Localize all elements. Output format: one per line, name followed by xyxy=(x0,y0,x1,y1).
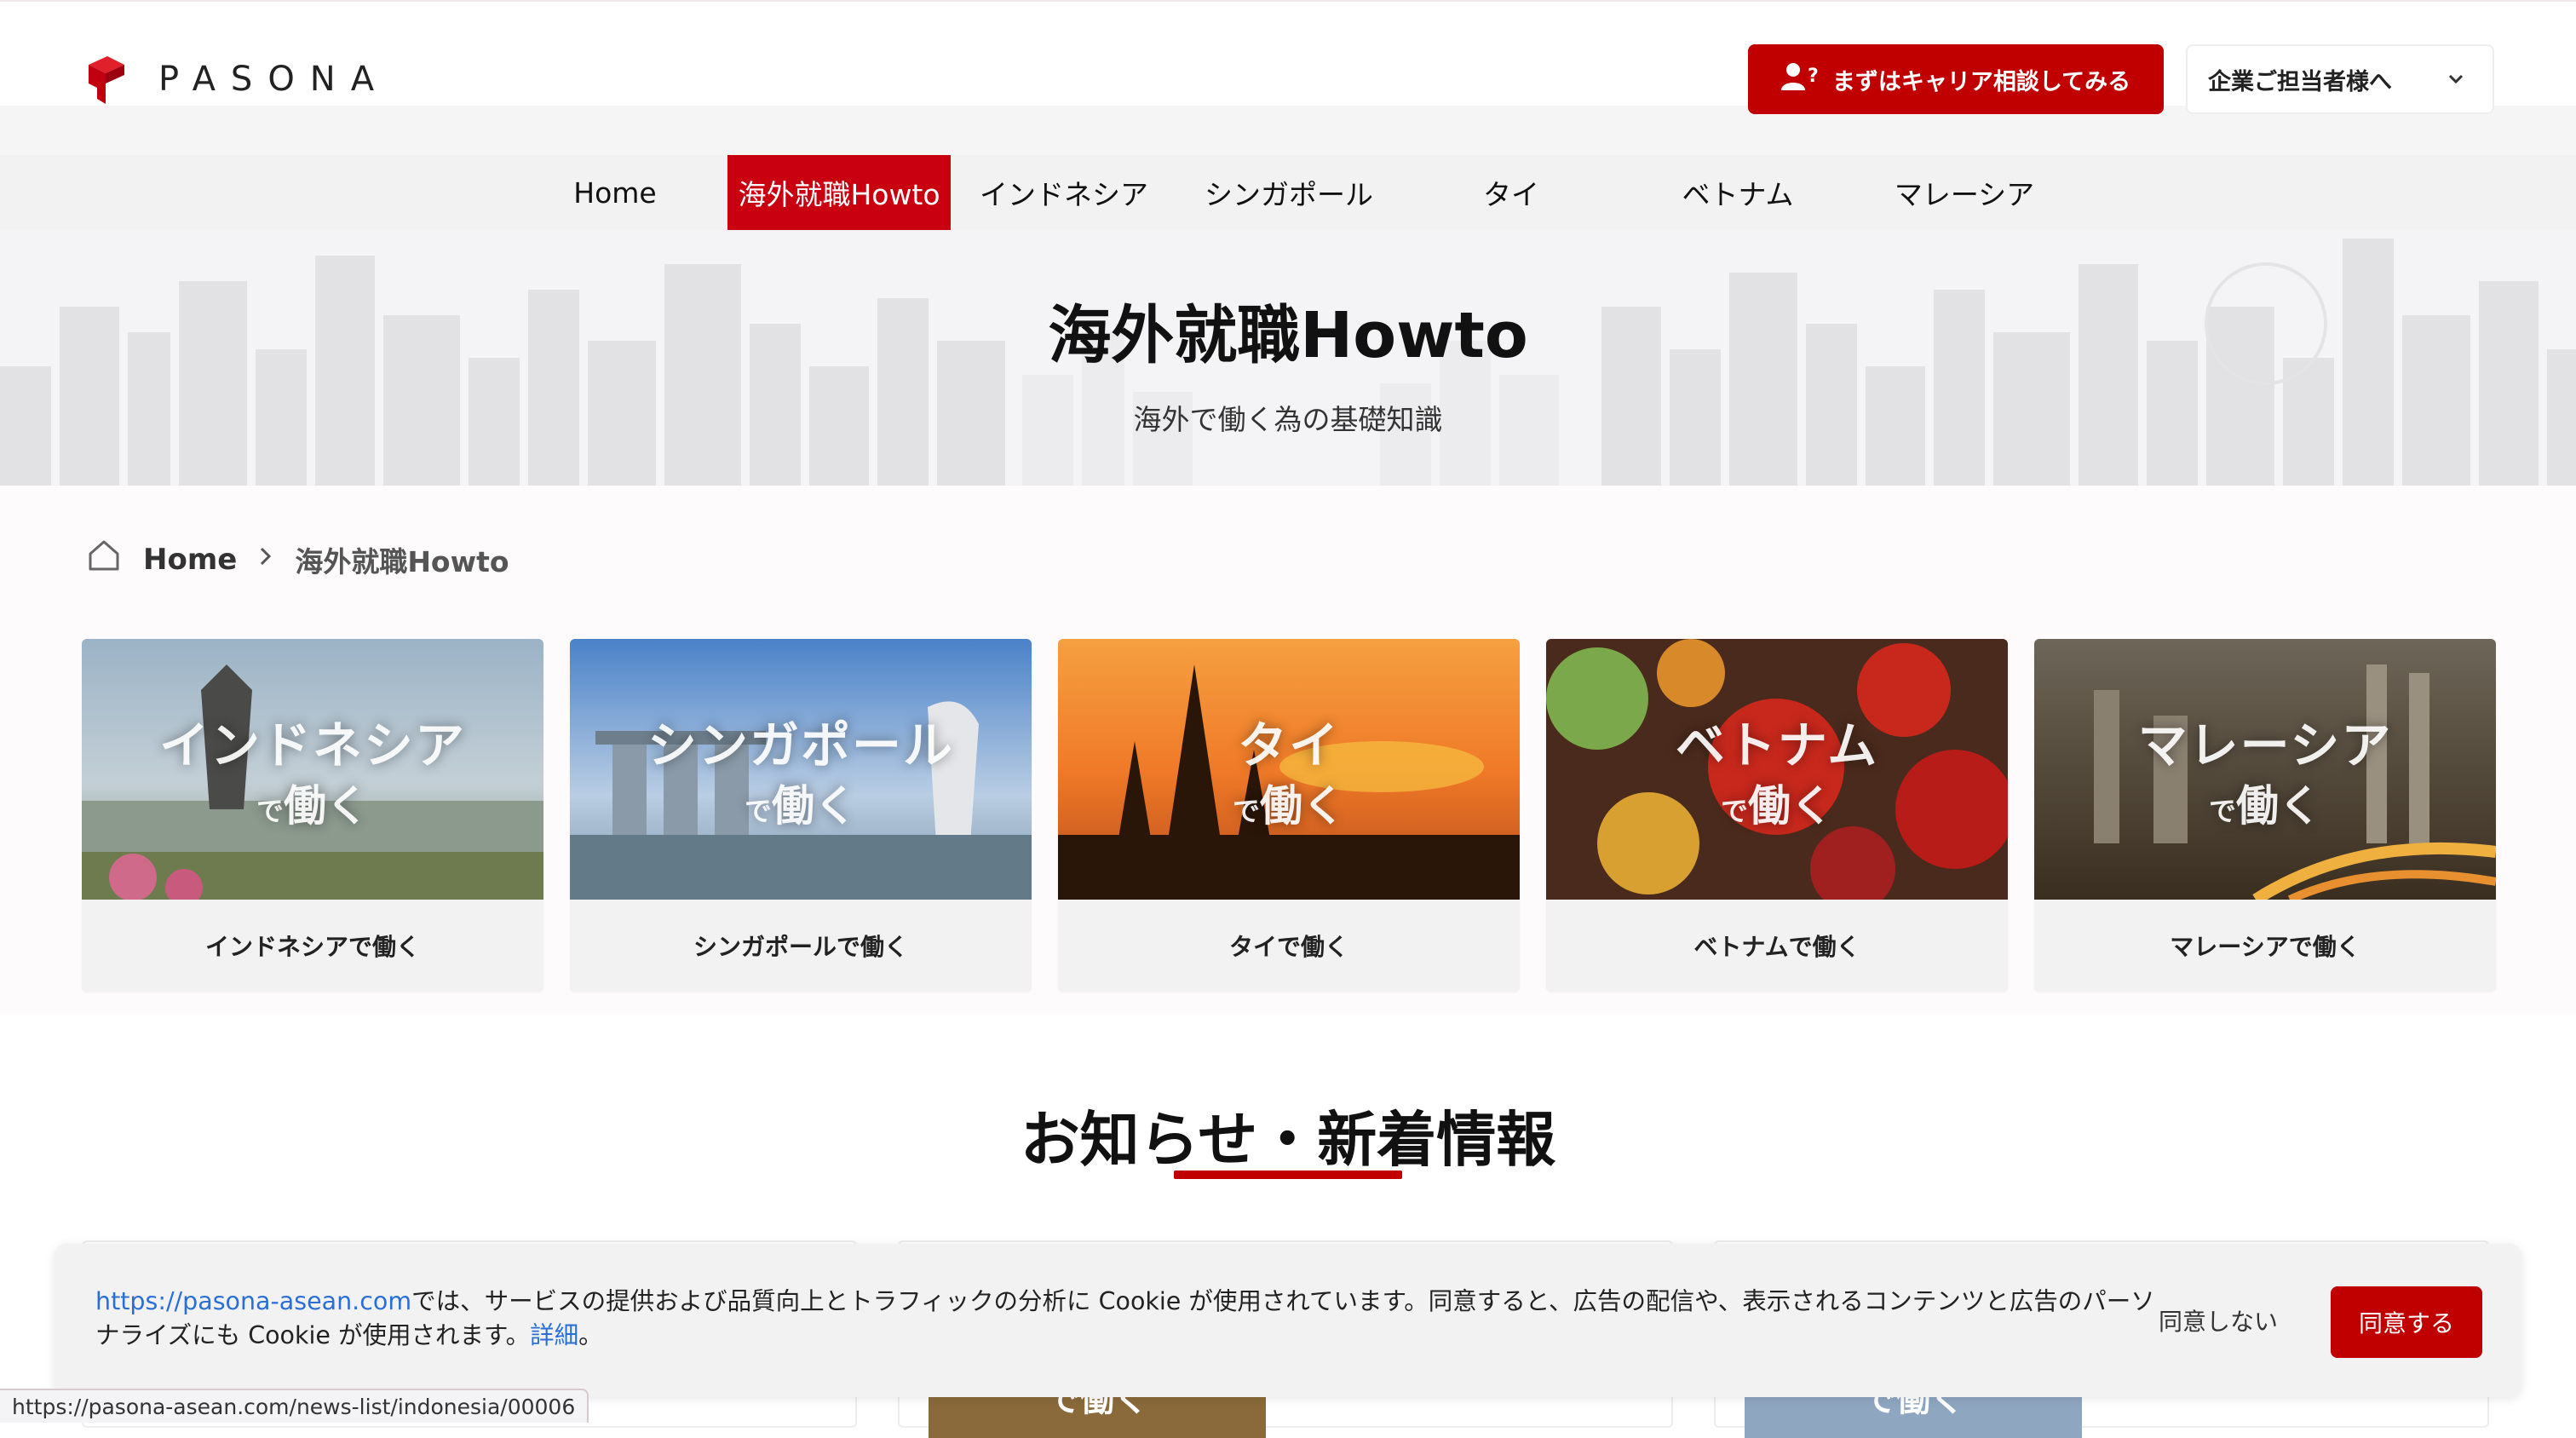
country-card-malaysia[interactable]: マレーシア で働く マレーシアで働く xyxy=(2034,639,2496,992)
card-label: インドネシアで働く xyxy=(204,933,420,961)
breadcrumb: Home 海外就職Howto xyxy=(85,537,509,582)
cookie-message: https://pasona-asean.comでは、サービスの提供および品質向… xyxy=(95,1287,2155,1349)
nav-item-indonesia[interactable]: インドネシア xyxy=(971,155,1157,230)
nav-item-singapore[interactable]: シンガポール xyxy=(1196,155,1382,230)
card-label: ベトナムで働く xyxy=(1693,933,1860,961)
hero-banner: 海外就職Howto 海外で働く為の基礎知識 xyxy=(0,230,2576,486)
breadcrumb-current: 海外就職Howto xyxy=(295,544,509,578)
cookie-details-link[interactable]: 詳細 xyxy=(530,1321,578,1349)
breadcrumb-home[interactable]: Home xyxy=(143,543,237,577)
cookie-accept-button[interactable]: 同意する xyxy=(2331,1286,2482,1358)
chevron-right-icon xyxy=(257,543,274,577)
country-card-singapore[interactable]: シンガポール で働く シンガポールで働く xyxy=(570,639,1032,992)
site-header: PASONA ? まずはキャリア相談してみる 企業ご担当者様へ xyxy=(0,0,2576,157)
pasona-logo-mark-icon xyxy=(85,55,128,104)
page-subtitle: 海外で働く為の基礎知識 xyxy=(1133,403,1443,436)
thailand-image-caption: タイ で働く xyxy=(1232,716,1345,831)
chevron-down-icon xyxy=(2445,68,2467,96)
country-section: Home 海外就職Howto インドネシア で働く インドネシアで働く シンガポ… xyxy=(0,486,2576,1014)
browser-status-url: https://pasona-asean.com/news-list/indon… xyxy=(0,1389,589,1423)
page-title: 海外就職Howto xyxy=(1048,299,1528,372)
country-card-indonesia[interactable]: インドネシア で働く インドネシアで働く xyxy=(82,639,543,992)
corporate-select-label: 企業ご担当者様へ xyxy=(2208,68,2392,95)
vietnam-image-caption: ベトナム で働く xyxy=(1675,716,1879,831)
card-label: マレーシアで働く xyxy=(2170,933,2360,961)
country-card-vietnam[interactable]: ベトナム で働く ベトナムで働く xyxy=(1546,639,2008,992)
logo-text: PASONA xyxy=(158,60,390,99)
nav-item-howto[interactable]: 海外就職Howto xyxy=(727,155,951,230)
malaysia-image-caption: マレーシア で働く xyxy=(2137,716,2393,831)
svg-text:?: ? xyxy=(1808,66,1819,87)
user-question-icon: ? xyxy=(1780,61,1820,98)
country-card-thailand[interactable]: タイ で働く タイで働く xyxy=(1058,639,1520,992)
home-icon[interactable] xyxy=(85,537,123,582)
nav-item-malaysia[interactable]: マレーシア xyxy=(1879,155,2050,230)
cookie-site-link[interactable]: https://pasona-asean.com xyxy=(95,1287,411,1315)
corporate-select[interactable]: 企業ご担当者様へ xyxy=(2186,44,2494,114)
card-label: タイで働く xyxy=(1228,933,1348,961)
cookie-decline-button[interactable]: 同意しない xyxy=(2159,1303,2278,1337)
career-consult-label: まずはキャリア相談してみる xyxy=(1831,68,2131,95)
main-nav: Home 海外就職Howto インドネシア シンガポール タイ ベトナム マレー… xyxy=(0,155,2576,230)
cookie-banner: https://pasona-asean.comでは、サービスの提供および品質向… xyxy=(55,1244,2521,1397)
nav-item-home[interactable]: Home xyxy=(559,155,671,230)
singapore-image-caption: シンガポール で働く xyxy=(647,716,954,831)
card-label: シンガポールで働く xyxy=(693,933,908,961)
nav-item-vietnam[interactable]: ベトナム xyxy=(1653,155,1823,230)
nav-item-thailand[interactable]: タイ xyxy=(1443,155,1579,230)
news-heading: お知らせ・新着情報 xyxy=(1020,1105,1556,1175)
indonesia-image-caption: インドネシア で働く xyxy=(158,716,466,831)
career-consult-button[interactable]: ? まずはキャリア相談してみる xyxy=(1748,44,2164,114)
news-heading-underline xyxy=(1174,1171,1402,1179)
pasona-logo[interactable]: PASONA xyxy=(85,55,389,104)
